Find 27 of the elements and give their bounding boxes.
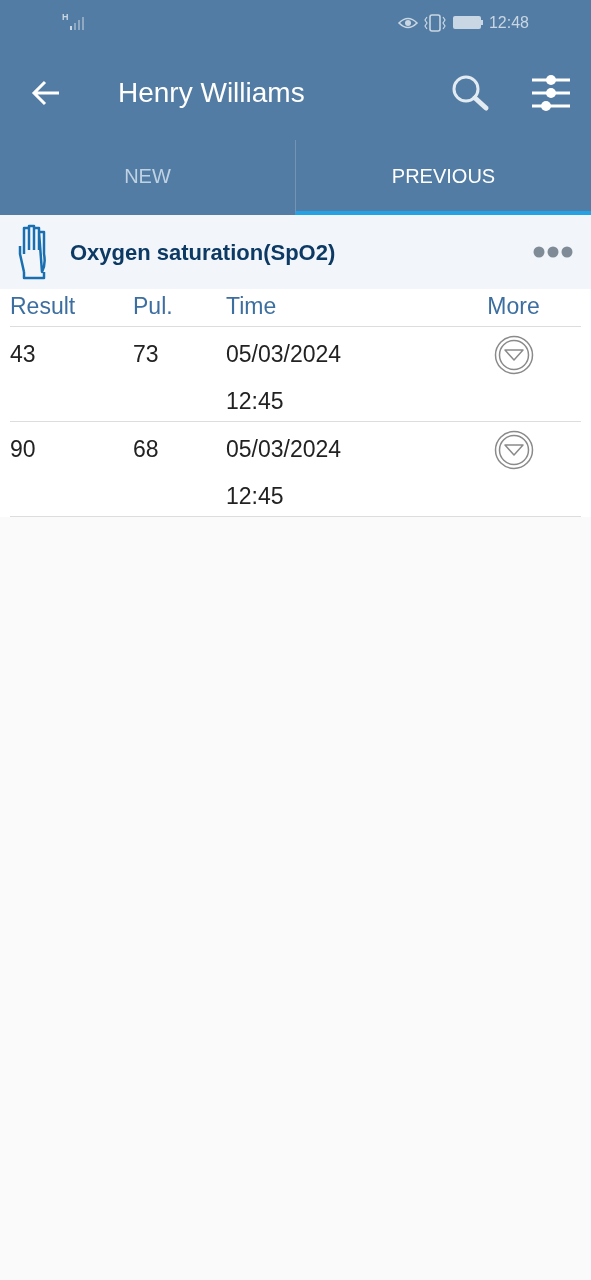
page-title: Henry Williams [118,75,306,110]
network-label: H [62,13,69,22]
column-header: Pul. [133,291,174,321]
more-dots-icon [533,246,573,258]
column-header: More [486,291,541,321]
expand-icon [493,335,534,375]
tab[interactable]: NEW [0,140,295,215]
table-cell-text: 73 [133,340,159,369]
vibrate-icon [423,13,446,32]
sliders-icon [531,74,571,111]
column-header: Result [10,291,77,321]
section-title: Oxygen saturation(SpO2) [70,238,337,267]
battery-icon [451,15,484,30]
back-arrow-icon [31,79,61,106]
expand-button[interactable] [493,335,534,375]
column-header: Time [226,291,278,321]
expand-button[interactable] [493,430,534,470]
search-icon [451,73,491,112]
table-cell-text: 05/03/2024 12:45 [226,340,343,416]
clock-time: 12:48 [488,12,529,33]
expand-icon [493,430,534,470]
table-cell-text: 43 [10,340,36,369]
table-cell-text: 05/03/2024 12:45 [226,435,343,511]
eye-icon [397,15,418,30]
table-cell-text: 90 [10,435,36,464]
table-cell-text: 68 [133,435,159,464]
signal-icon [68,15,85,30]
